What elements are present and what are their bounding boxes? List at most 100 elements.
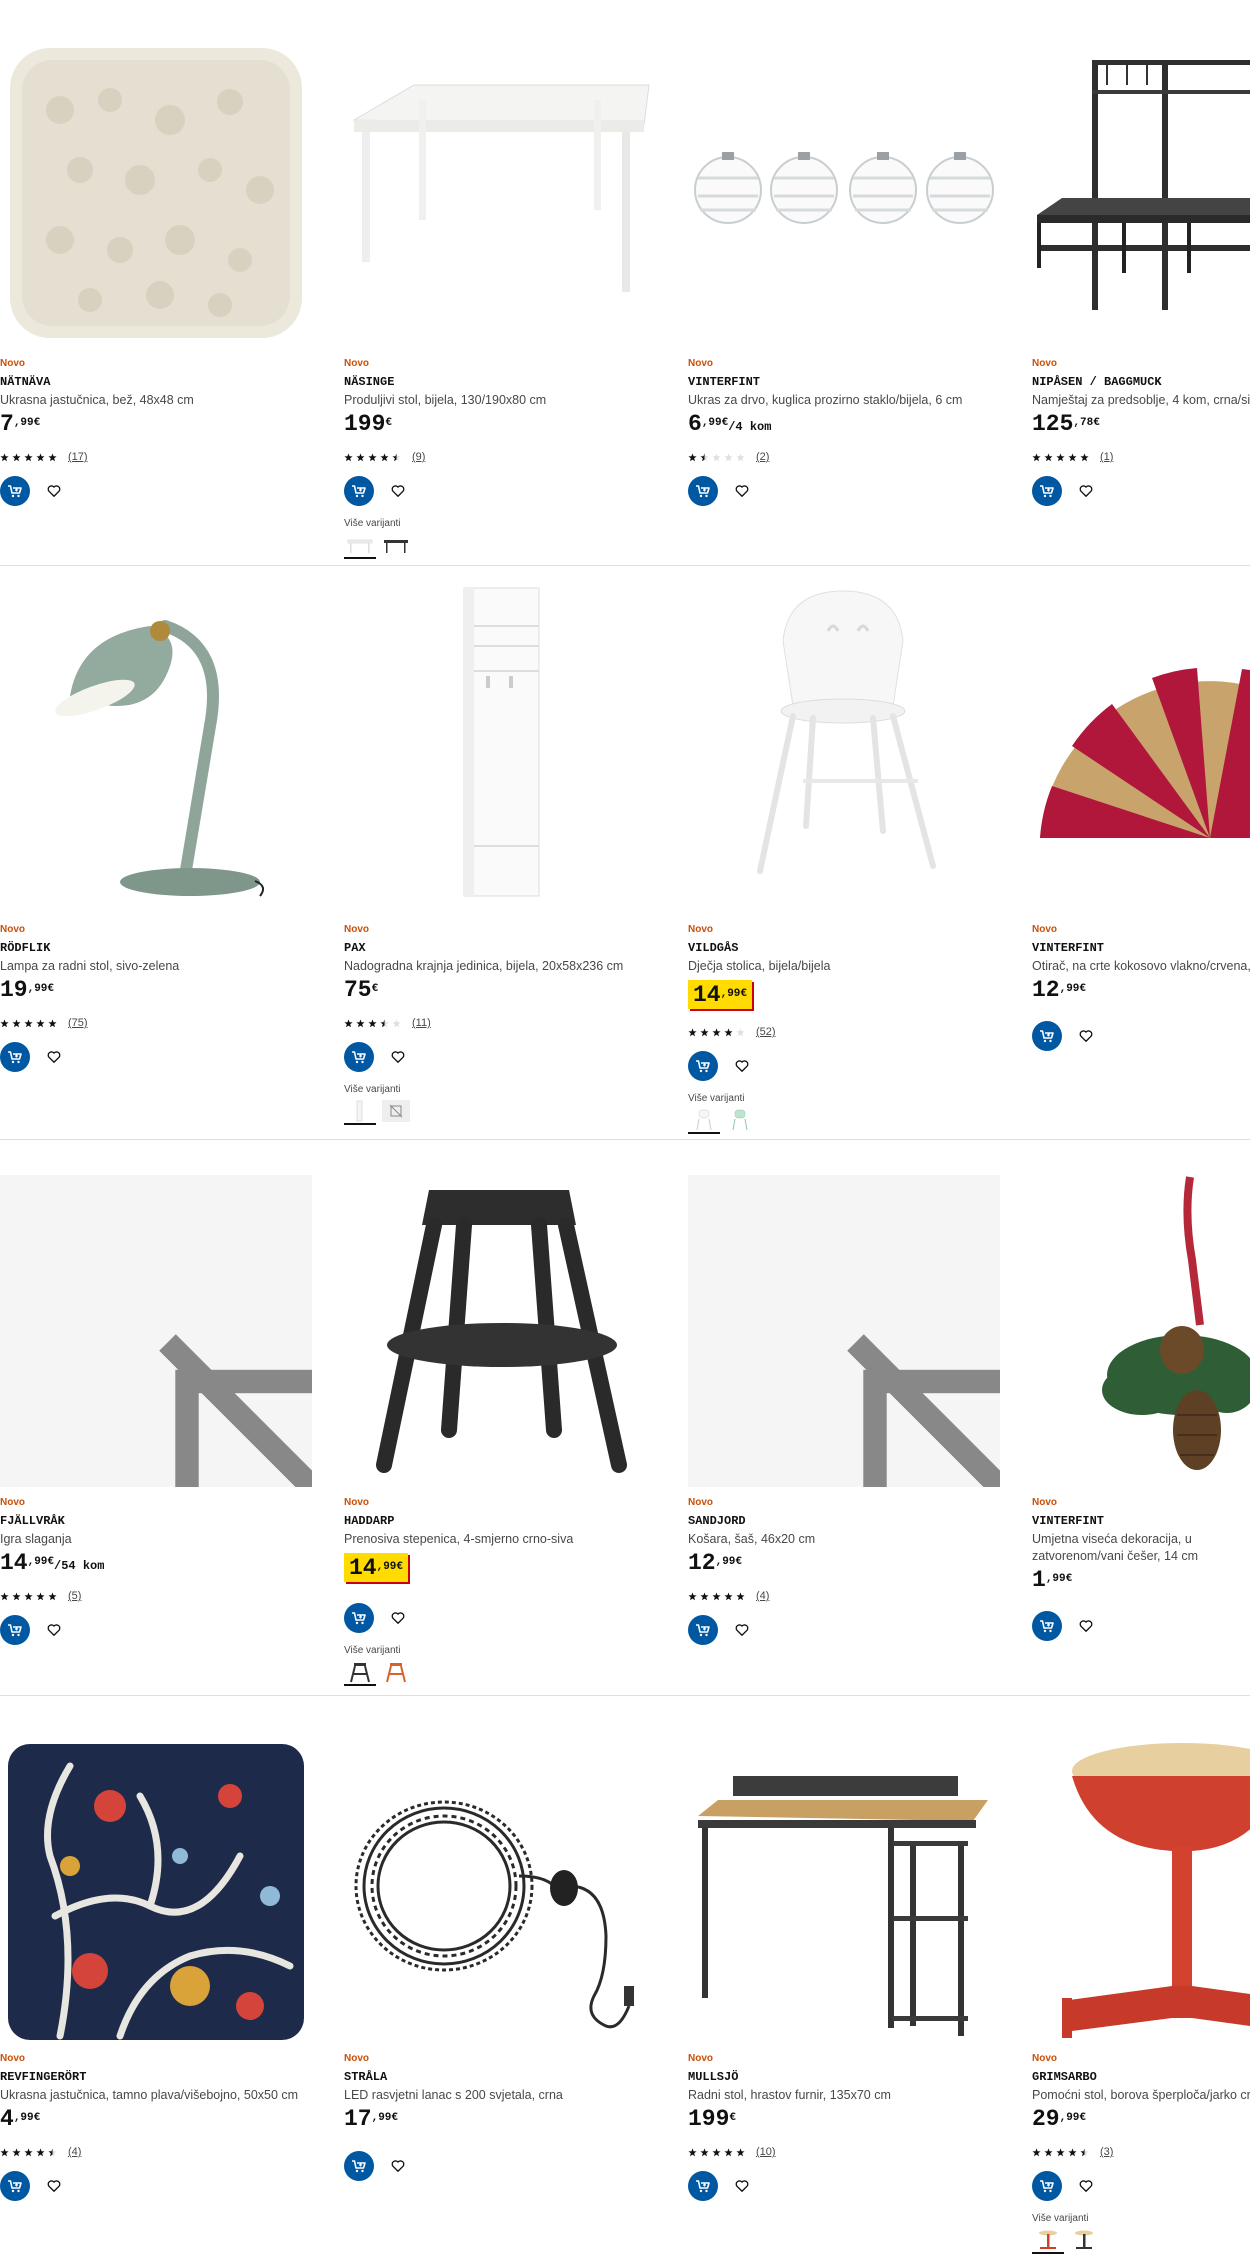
product-name[interactable]: HADDARP <box>344 1514 394 1528</box>
favourite-button[interactable] <box>1078 1028 1094 1044</box>
add-to-cart-button[interactable] <box>0 1042 30 1072</box>
product-description[interactable]: Dječja stolica, bijela/bijela <box>688 958 1018 975</box>
review-count[interactable]: (5) <box>68 1590 81 1602</box>
product-card-vinterfint-cone[interactable]: Novo VINTERFINT Umjetna viseća dekoracij… <box>1032 1140 1250 1696</box>
product-image[interactable] <box>0 586 312 898</box>
favourite-button[interactable] <box>734 483 750 499</box>
product-description[interactable]: Umjetna viseća dekoracija, u zatvorenom/… <box>1032 1531 1250 1565</box>
product-card-rodflik[interactable]: Novo RÖDFLIK Lampa za radni stol, sivo-z… <box>0 566 330 1140</box>
variant-orange-stool[interactable] <box>380 1660 412 1686</box>
favourite-button[interactable] <box>46 1049 62 1065</box>
product-image[interactable] <box>1032 586 1250 898</box>
product-card-haddarp[interactable]: Novo HADDARP Prenosiva stepenica, 4-smje… <box>344 1140 674 1696</box>
product-card-vinterfint-bauble[interactable]: Novo VINTERFINT Ukras za drvo, kuglica p… <box>688 0 1018 566</box>
rating[interactable]: (4) <box>0 2146 81 2158</box>
product-description[interactable]: Ukrasna jastučnica, bež, 48x48 cm <box>0 392 330 409</box>
product-description[interactable]: Ukras za drvo, kuglica prozirno staklo/b… <box>688 392 1018 409</box>
product-image[interactable] <box>344 1175 656 1487</box>
favourite-button[interactable] <box>1078 1618 1094 1634</box>
product-description[interactable]: Igra slaganja <box>0 1531 330 1548</box>
rating[interactable]: (5) <box>0 1590 81 1602</box>
product-description[interactable]: Lampa za radni stol, sivo-zelena <box>0 958 330 975</box>
favourite-button[interactable] <box>1078 2178 1094 2194</box>
review-count[interactable]: (4) <box>756 1590 769 1602</box>
product-image[interactable] <box>0 1736 312 2048</box>
add-to-cart-button[interactable] <box>0 1615 30 1645</box>
review-count[interactable]: (9) <box>412 451 425 463</box>
product-description[interactable]: Namještaj za predsoblje, 4 kom, crna/siv… <box>1032 392 1250 409</box>
favourite-button[interactable] <box>1078 483 1094 499</box>
product-card-grimsarbo[interactable]: Novo GRIMSARBO Pomoćni stol, borova šper… <box>1032 1696 1250 2261</box>
product-image[interactable] <box>0 40 312 352</box>
product-name[interactable]: REVFINGERÖRT <box>0 2070 86 2084</box>
favourite-button[interactable] <box>46 2178 62 2194</box>
favourite-button[interactable] <box>46 483 62 499</box>
add-to-cart-button[interactable] <box>688 1615 718 1645</box>
review-count[interactable]: (1) <box>1100 451 1113 463</box>
product-name[interactable]: NÄTNÄVA <box>0 375 50 389</box>
product-name[interactable]: NIPÅSEN / BAGGMUCK <box>1032 375 1162 389</box>
add-to-cart-button[interactable] <box>1032 2171 1062 2201</box>
review-count[interactable]: (10) <box>756 2146 776 2158</box>
product-card-vildgas[interactable]: Novo VILDGÅS Dječja stolica, bijela/bije… <box>688 566 1018 1140</box>
product-name[interactable]: STRÅLA <box>344 2070 387 2084</box>
rating[interactable]: (52) <box>688 1026 776 1038</box>
product-description[interactable]: Pomoćni stol, borova šperploča/jarko crv… <box>1032 2087 1250 2104</box>
product-description[interactable]: Košara, šaš, 46x20 cm <box>688 1531 1018 1548</box>
product-image[interactable] <box>1032 40 1250 352</box>
product-name[interactable]: NÄSINGE <box>344 375 394 389</box>
add-to-cart-button[interactable] <box>688 476 718 506</box>
review-count[interactable]: (2) <box>756 451 769 463</box>
add-to-cart-button[interactable] <box>0 2171 30 2201</box>
variant-white-unit[interactable] <box>344 1099 376 1125</box>
review-count[interactable]: (3) <box>1100 2146 1113 2158</box>
product-card-fjallvrak[interactable]: Novo FJÄLLVRÅK Igra slaganja 14,99€/54 k… <box>0 1140 330 1696</box>
add-to-cart-button[interactable] <box>344 1603 374 1633</box>
product-image[interactable] <box>344 1736 656 2048</box>
add-to-cart-button[interactable] <box>344 2151 374 2181</box>
product-name[interactable]: PAX <box>344 941 366 955</box>
product-image[interactable] <box>688 586 1000 898</box>
variant-green-chair[interactable] <box>724 1108 756 1134</box>
rating[interactable]: (3) <box>1032 2146 1113 2158</box>
review-count[interactable]: (4) <box>68 2146 81 2158</box>
product-image-placeholder[interactable] <box>0 1175 312 1487</box>
rating[interactable]: (75) <box>0 1017 88 1029</box>
product-card-nasinge[interactable]: Novo NÄSINGE Produljivi stol, bijela, 13… <box>344 0 674 566</box>
product-name[interactable]: SANDJORD <box>688 1514 746 1528</box>
product-description[interactable]: Otirač, na crte kokosovo vlakno/crvena, … <box>1032 958 1250 975</box>
rating[interactable]: (2) <box>688 451 769 463</box>
product-image[interactable] <box>688 40 1000 352</box>
product-name[interactable]: GRIMSARBO <box>1032 2070 1097 2084</box>
product-name[interactable]: VINTERFINT <box>688 375 760 389</box>
product-description[interactable]: Ukrasna jastučnica, tamno plava/višebojn… <box>0 2087 330 2104</box>
product-image[interactable] <box>1032 1736 1250 2048</box>
favourite-button[interactable] <box>734 1622 750 1638</box>
rating[interactable]: (17) <box>0 451 88 463</box>
product-description[interactable]: Prenosiva stepenica, 4-smjerno crno-siva <box>344 1531 674 1548</box>
product-name[interactable]: RÖDFLIK <box>0 941 50 955</box>
product-card-sandjord[interactable]: Novo SANDJORD Košara, šaš, 46x20 cm 12,9… <box>688 1140 1018 1696</box>
product-card-mullsjo[interactable]: Novo MULLSJÖ Radni stol, hrastov furnir,… <box>688 1696 1018 2261</box>
product-description[interactable]: LED rasvjetni lanac s 200 svjetala, crna <box>344 2087 674 2104</box>
product-card-nipasen[interactable]: Novo NIPÅSEN / BAGGMUCK Namještaj za pre… <box>1032 0 1250 566</box>
add-to-cart-button[interactable] <box>0 476 30 506</box>
product-description[interactable]: Produljivi stol, bijela, 130/190x80 cm <box>344 392 674 409</box>
favourite-button[interactable] <box>390 2158 406 2174</box>
product-name[interactable]: VINTERFINT <box>1032 941 1104 955</box>
add-to-cart-button[interactable] <box>1032 1021 1062 1051</box>
product-image[interactable] <box>344 40 656 352</box>
add-to-cart-button[interactable] <box>344 476 374 506</box>
product-card-pax[interactable]: Novo PAX Nadogradna krajnja jedinica, bi… <box>344 566 674 1140</box>
review-count[interactable]: (17) <box>68 451 88 463</box>
add-to-cart-button[interactable] <box>1032 1611 1062 1641</box>
rating[interactable]: (9) <box>344 451 425 463</box>
review-count[interactable]: (75) <box>68 1017 88 1029</box>
favourite-button[interactable] <box>390 1610 406 1626</box>
variant-white-table[interactable] <box>344 533 376 559</box>
product-card-natnava[interactable]: Novo NÄTNÄVA Ukrasna jastučnica, bež, 48… <box>0 0 330 566</box>
product-card-revfingerort[interactable]: Novo REVFINGERÖRT Ukrasna jastučnica, ta… <box>0 1696 330 2261</box>
product-description[interactable]: Nadogradna krajnja jedinica, bijela, 20x… <box>344 958 674 975</box>
product-card-vinterfint-mat[interactable]: Novo VINTERFINT Otirač, na crte kokosovo… <box>1032 566 1250 1140</box>
review-count[interactable]: (11) <box>412 1017 431 1029</box>
